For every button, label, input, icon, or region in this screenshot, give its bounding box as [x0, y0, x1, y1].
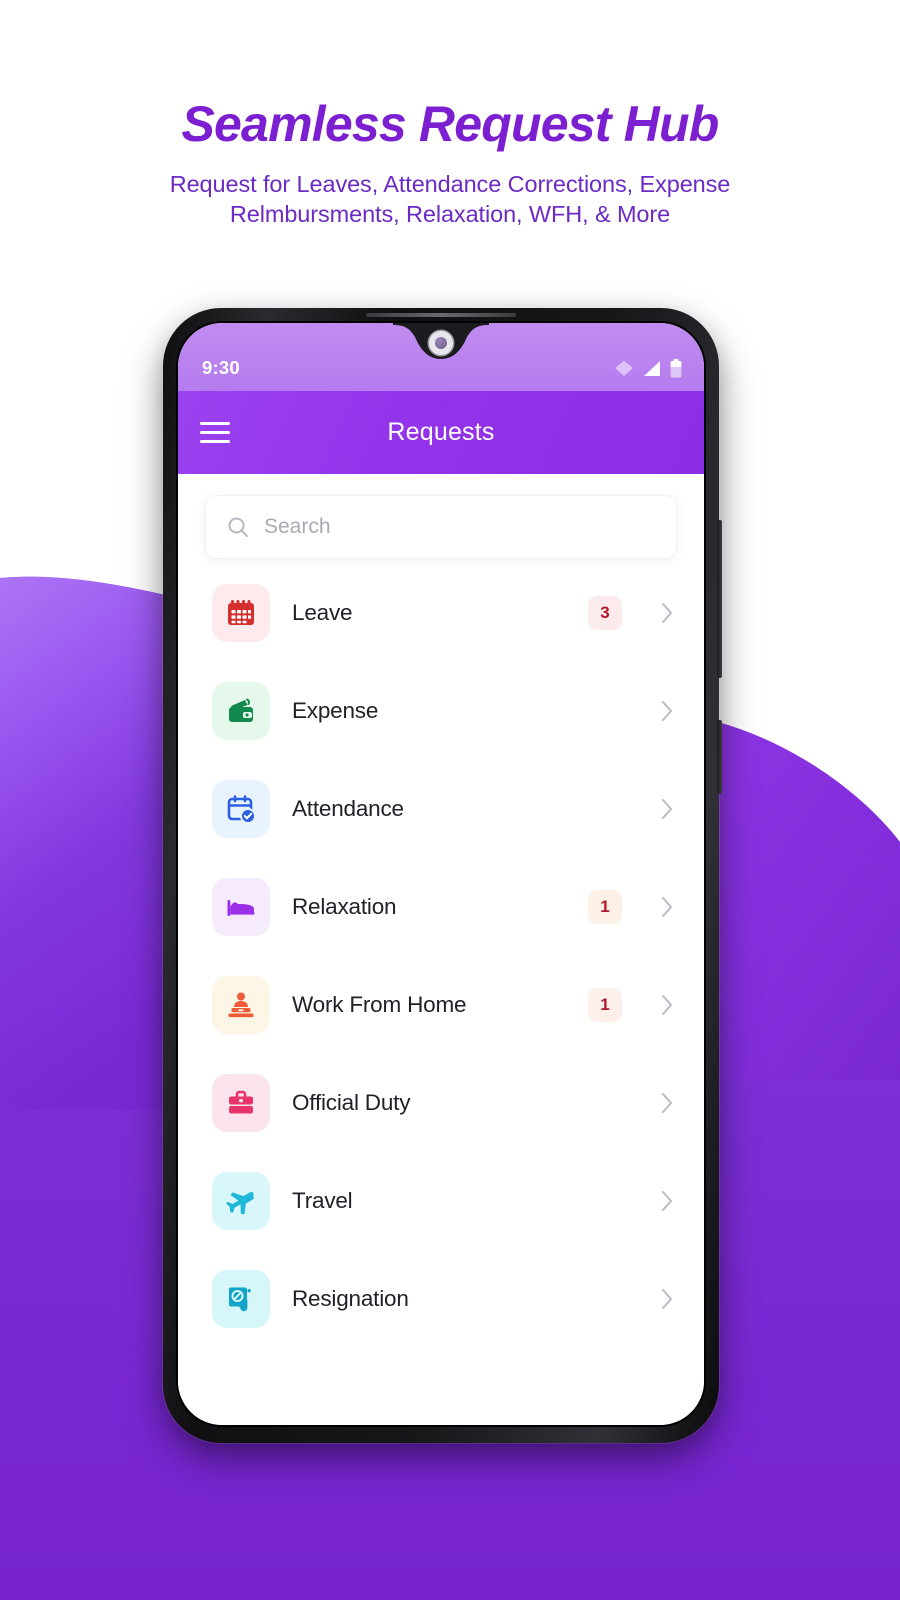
phone-frame: 9:30 Requests Search Leave 3 Expense Att…: [163, 308, 722, 1443]
chevron-right-icon: [658, 896, 674, 918]
work-from-home-icon: [212, 976, 270, 1034]
resignation-document-icon: [212, 1270, 270, 1328]
list-item-label: Expense: [292, 698, 379, 723]
search-box[interactable]: Search: [206, 496, 676, 558]
hero-header: Seamless Request Hub Request for Leaves,…: [0, 0, 900, 229]
chevron-right-icon: [658, 1288, 674, 1310]
list-item-relaxation[interactable]: Relaxation 1: [178, 858, 704, 956]
calendar-check-icon: [212, 780, 270, 838]
list-item-work-from-home[interactable]: Work From Home 1: [178, 956, 704, 1054]
list-item-attendance[interactable]: Attendance: [178, 760, 704, 858]
wifi-icon: [615, 361, 633, 376]
phone-mockup: 9:30 Requests Search Leave 3 Expense Att…: [163, 308, 722, 1446]
earpiece-speaker: [366, 313, 516, 317]
list-item-leave[interactable]: Leave 3: [178, 564, 704, 662]
search-icon: [228, 517, 248, 537]
page-title: Seamless Request Hub: [181, 96, 720, 152]
battery-icon: [670, 359, 682, 378]
status-badge: 1: [588, 988, 622, 1022]
signal-icon: [644, 361, 660, 376]
page-subtitle: Request for Leaves, Attendance Correctio…: [0, 169, 900, 229]
chevron-right-icon: [658, 700, 674, 722]
chevron-right-icon: [658, 798, 674, 820]
screen-content: Search Leave 3 Expense Attendance Relaxa…: [178, 474, 704, 1425]
status-icons: [614, 359, 682, 379]
calendar-icon: [212, 584, 270, 642]
chevron-right-icon: [658, 994, 674, 1016]
list-item-label: Work From Home: [292, 992, 467, 1017]
list-item-expense[interactable]: Expense: [178, 662, 704, 760]
front-camera-icon: [429, 331, 453, 355]
app-bar-title: Requests: [387, 418, 495, 446]
status-badge: 3: [588, 596, 622, 630]
chevron-right-icon: [658, 1092, 674, 1114]
list-item-label: Attendance: [292, 796, 404, 821]
list-item-label: Official Duty: [292, 1090, 411, 1115]
airplane-icon: [212, 1172, 270, 1230]
wallet-icon: [212, 682, 270, 740]
status-badge: 1: [588, 890, 622, 924]
power-button[interactable]: [717, 720, 722, 794]
search-section: Search: [178, 474, 704, 558]
bed-icon: [212, 878, 270, 936]
hamburger-menu-icon[interactable]: [200, 422, 230, 443]
request-type-list: Leave 3 Expense Attendance Relaxation 1 …: [178, 558, 704, 1348]
status-time: 9:30: [202, 357, 240, 378]
status-bar: 9:30: [178, 323, 704, 391]
list-item-resignation[interactable]: Resignation: [178, 1250, 704, 1348]
page-subtitle-line1: Request for Leaves, Attendance Correctio…: [169, 170, 731, 197]
volume-button[interactable]: [717, 520, 722, 678]
chevron-right-icon: [658, 602, 674, 624]
list-item-label: Relaxation: [292, 894, 397, 919]
phone-screen: 9:30 Requests Search Leave 3 Expense Att…: [178, 323, 704, 1425]
briefcase-icon: [212, 1074, 270, 1132]
phone-inner-bezel: 9:30 Requests Search Leave 3 Expense Att…: [176, 321, 706, 1427]
list-item-travel[interactable]: Travel: [178, 1152, 704, 1250]
search-input[interactable]: Search: [264, 515, 331, 539]
chevron-right-icon: [658, 1190, 674, 1212]
list-item-official-duty[interactable]: Official Duty: [178, 1054, 704, 1152]
list-item-label: Leave: [292, 600, 353, 625]
list-item-label: Resignation: [292, 1286, 409, 1311]
list-item-label: Travel: [292, 1188, 353, 1213]
app-bar: Requests: [178, 391, 704, 474]
page-subtitle-line2: Relmbursments, Relaxation, WFH, & More: [229, 200, 671, 227]
